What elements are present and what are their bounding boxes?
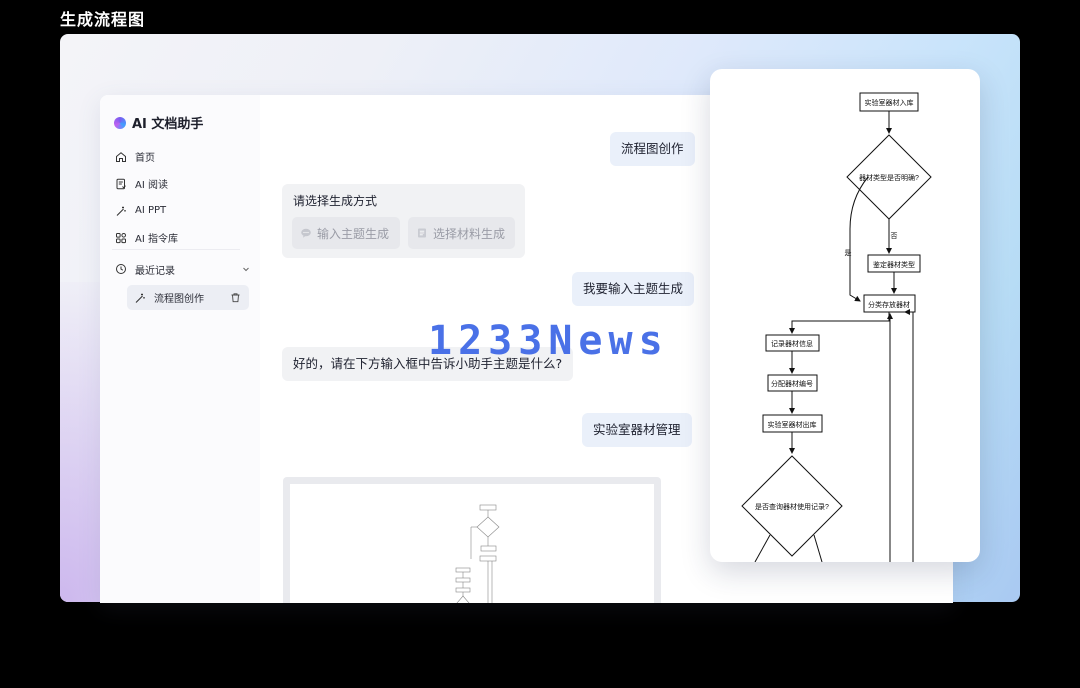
home-icon [116, 151, 126, 162]
user-message: 流程图创作 [610, 132, 695, 166]
magic-wand-icon [135, 293, 145, 303]
history-item-label: 流程图创作 [154, 294, 204, 305]
flow-label-classify: 分类存放器材 [868, 300, 910, 309]
app-logo-icon [114, 116, 126, 129]
page-title: 生成流程图 [60, 10, 146, 29]
chat-bubble-icon [301, 228, 311, 238]
flow-label-record-info: 记录器材信息 [771, 339, 813, 348]
sidebar-item-home[interactable]: 首页 [112, 143, 252, 170]
flow-edge-yes: 是 [845, 249, 852, 257]
sidebar-item-label: AI PPT [135, 205, 167, 216]
flow-label-decision-1: 器材类型是否明确? [859, 173, 919, 182]
flow-label-checkout: 实验室器材出库 [768, 420, 817, 429]
sidebar-nav: 首页 AI 阅读 AI PPT AI 指令库 [112, 143, 252, 251]
sidebar-item-label: 首页 [135, 153, 155, 164]
option-label: 输入主题生成 [317, 226, 390, 241]
sidebar-item-label: AI 指令库 [135, 234, 178, 245]
watermark-text: 1233News [428, 318, 669, 364]
document-icon [418, 228, 426, 238]
sidebar-divider [112, 249, 240, 250]
chevron-down-icon [243, 267, 249, 272]
sidebar: AI 文档助手 首页 AI 阅读 AI PPT AI 指令库 最近记录 流程图创… [100, 95, 260, 603]
sidebar-item-ai-read[interactable]: AI 阅读 [112, 170, 252, 197]
flow-label-assign-number: 分配器材编号 [771, 379, 813, 388]
document-read-icon [116, 178, 126, 189]
brand[interactable]: AI 文档助手 [114, 113, 203, 132]
option-topic-button[interactable]: 输入主题生成 [292, 217, 400, 249]
flow-label-define-type: 鉴定器材类型 [873, 260, 915, 269]
flow-edge-no: 否 [891, 232, 898, 240]
app-name: AI 文档助手 [132, 117, 204, 132]
history-clock-icon [116, 264, 126, 274]
history-item[interactable]: 流程图创作 [127, 285, 249, 310]
assistant-choice-card: 请选择生成方式 输入主题生成 选择材料生成 [282, 184, 525, 258]
option-label: 选择材料生成 [433, 226, 506, 241]
thumbnail-diagram [455, 504, 500, 603]
option-material-button[interactable]: 选择材料生成 [408, 217, 515, 249]
flowchart-thumbnail[interactable] [283, 477, 661, 603]
recent-records-toggle[interactable]: 最近记录 [112, 259, 251, 279]
flow-label-decision-2: 是否查询器材使用记录? [755, 502, 829, 511]
user-message: 我要输入主题生成 [572, 272, 695, 306]
choice-title: 请选择生成方式 [293, 194, 378, 208]
sidebar-item-ai-commands[interactable]: AI 指令库 [112, 224, 252, 251]
thumbnail-canvas [290, 484, 654, 603]
recent-records-label: 最近记录 [135, 265, 175, 277]
flowchart-diagram: 实验室器材入库 器材类型是否明确? 鉴定器材类型 分类存放器材 记录器材信息 分… [741, 92, 932, 562]
user-message: 实验室器材管理 [582, 413, 692, 447]
flow-label-start: 实验室器材入库 [865, 98, 914, 107]
sidebar-item-ai-ppt[interactable]: AI PPT [112, 197, 252, 224]
flowchart-preview-card[interactable]: 实验室器材入库 器材类型是否明确? 鉴定器材类型 分类存放器材 记录器材信息 分… [710, 69, 980, 562]
magic-wand-icon [116, 206, 126, 216]
command-library-icon [116, 232, 126, 243]
trash-icon[interactable] [230, 292, 241, 303]
sidebar-item-label: AI 阅读 [135, 180, 168, 191]
